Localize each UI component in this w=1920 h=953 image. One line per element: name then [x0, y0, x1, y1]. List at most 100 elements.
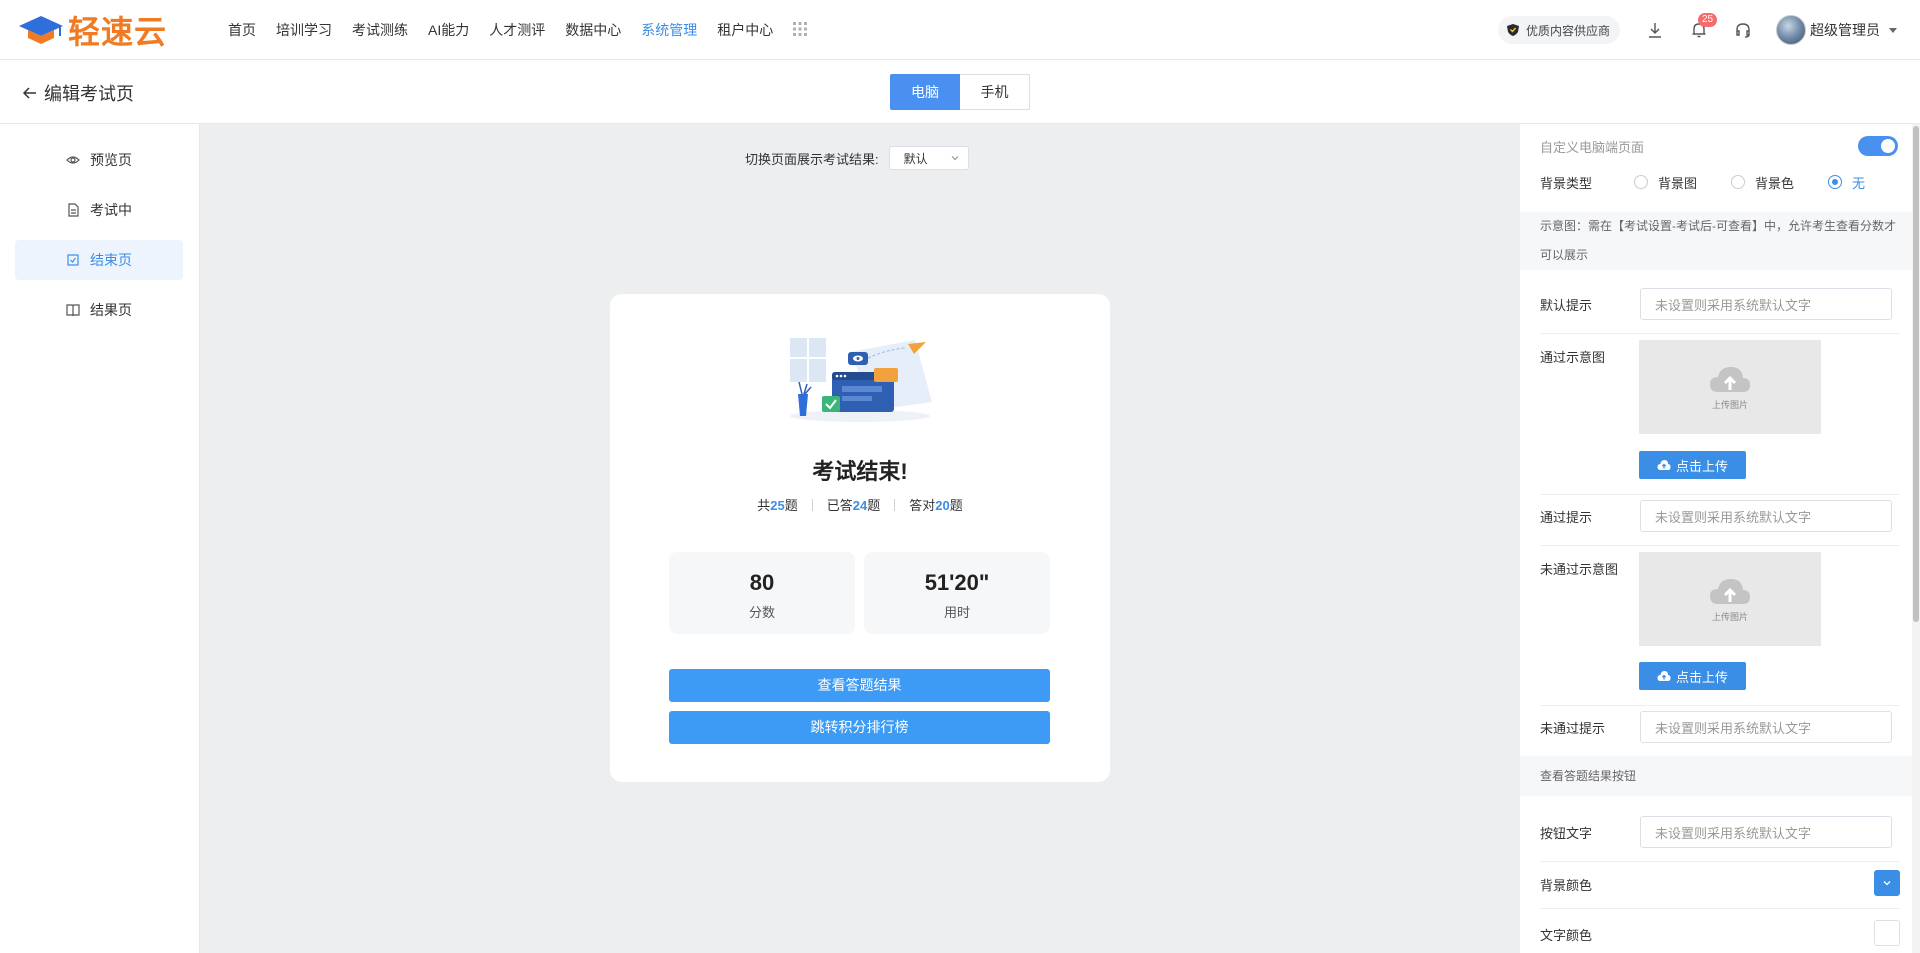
notification-count-badge: 25: [1698, 13, 1718, 27]
score-label: 分数: [748, 605, 775, 620]
exam-end-title: 考试结束!: [812, 459, 908, 484]
bg-color-picker[interactable]: [1874, 870, 1900, 896]
nav-item-ai[interactable]: AI能力: [428, 20, 469, 40]
book-icon: [66, 304, 80, 317]
sidebar-item-in-exam[interactable]: 考试中: [15, 190, 183, 230]
checkbox-icon: [67, 254, 79, 266]
text-color-label: 文字颜色: [1540, 927, 1593, 943]
sidebar-item-label: 结束页: [90, 252, 132, 268]
bell-icon[interactable]: 25: [1688, 13, 1718, 41]
sidebar-item-label: 预览页: [90, 152, 132, 168]
nav-item-data[interactable]: 数据中心: [565, 20, 621, 40]
user-name: 超级管理员: [1810, 22, 1880, 38]
download-icon[interactable]: [1644, 19, 1666, 41]
time-box: 51'20" 用时: [864, 552, 1050, 634]
stat-answered: 已答24题: [826, 498, 881, 513]
tab-mobile[interactable]: 手机: [960, 74, 1030, 110]
cloud-upload-icon: [1657, 671, 1671, 681]
fail-image-label: 未通过示意图: [1540, 561, 1619, 577]
page-title: 编辑考试页: [44, 84, 134, 104]
nav-item-training[interactable]: 培训学习: [276, 20, 332, 40]
main-nav: 首页 培训学习 考试测练 AI能力 人才测评 数据中心 系统管理 租户中心: [228, 20, 809, 40]
fail-image-upload-box[interactable]: 上传图片: [1639, 552, 1821, 646]
chevron-down-icon: [951, 156, 959, 161]
sidebar-item-label: 结果页: [90, 302, 132, 318]
result-display-select[interactable]: 默认: [888, 146, 969, 170]
pass-tip-input[interactable]: 未设置则采用系统默认文字: [1640, 500, 1892, 532]
supplier-badge[interactable]: 优质内容供应商: [1497, 16, 1620, 44]
logo[interactable]: 轻速云: [18, 8, 208, 52]
stat-total: 共25题: [757, 498, 798, 513]
default-tip-input[interactable]: 未设置则采用系统默认文字: [1640, 288, 1892, 320]
panel-scroll-thumb[interactable]: [1913, 126, 1919, 622]
radio-bg-image[interactable]: 背景图: [1634, 173, 1697, 192]
result-switch-label: 切换页面展示考试结果:: [745, 151, 879, 167]
cloud-upload-icon: [1710, 578, 1750, 604]
back-button[interactable]: 编辑考试页: [22, 80, 134, 106]
fail-tip-input[interactable]: 未设置则采用系统默认文字: [1640, 711, 1892, 743]
stat-correct: 答对20题: [909, 498, 963, 513]
divider: [1540, 494, 1900, 495]
view-results-button[interactable]: 查看答题结果: [669, 669, 1050, 702]
custom-pc-toggle[interactable]: [1858, 136, 1898, 156]
bg-color-row: 背景颜色: [1540, 874, 1900, 894]
fail-upload-button[interactable]: 点击上传: [1639, 662, 1746, 690]
btn-text-row: 按钮文字 未设置则采用系统默认文字: [1540, 816, 1900, 848]
exam-finished-illustration: [790, 338, 932, 422]
nav-item-system[interactable]: 系统管理: [641, 20, 697, 40]
document-icon: [68, 203, 79, 217]
arrow-left-icon: [22, 87, 36, 99]
caret-down-icon: [1889, 28, 1897, 33]
fail-tip-row: 未通过提示 未设置则采用系统默认文字: [1540, 711, 1900, 743]
panel-scrollbar[interactable]: [1912, 124, 1920, 953]
pass-upload-button[interactable]: 点击上传: [1639, 451, 1746, 479]
btn-text-input[interactable]: 未设置则采用系统默认文字: [1640, 816, 1892, 848]
radio-bg-none[interactable]: 无: [1828, 173, 1865, 192]
text-color-row: 文字颜色: [1540, 924, 1900, 944]
bg-type-row: 背景类型 背景图 背景色 无: [1540, 172, 1900, 192]
nav-item-home[interactable]: 首页: [228, 20, 256, 40]
nav-item-tenant[interactable]: 租户中心: [717, 20, 773, 40]
apps-grid-icon[interactable]: [793, 21, 809, 38]
logo-text: 轻速云: [68, 13, 168, 50]
section-view-results-button: 查看答题结果按钮: [1520, 756, 1920, 796]
pass-image-upload-box[interactable]: 上传图片: [1639, 340, 1821, 434]
page-sidebar: 预览页 考试中 结束页 结果页: [0, 124, 200, 953]
tab-desktop[interactable]: 电脑: [890, 74, 960, 110]
user-menu[interactable]: 超级管理员: [1776, 15, 1898, 45]
sidebar-item-preview[interactable]: 预览页: [15, 140, 183, 180]
cloud-upload-icon: [1710, 366, 1750, 392]
bg-type-label: 背景类型: [1540, 175, 1593, 191]
sidebar-item-result-page[interactable]: 结果页: [15, 290, 183, 330]
time-label: 用时: [943, 605, 970, 620]
shield-check-icon: [1506, 24, 1519, 36]
leaderboard-button[interactable]: 跳转积分排行榜: [669, 711, 1050, 744]
avatar: [1776, 15, 1806, 45]
divider: [1540, 333, 1900, 334]
divider: [1540, 908, 1900, 909]
pass-tip-label: 通过提示: [1540, 509, 1593, 525]
default-tip-label: 默认提示: [1540, 297, 1593, 313]
divider: [1540, 705, 1900, 706]
exam-end-card: 考试结束! 共25题 已答24题 答对20题 80 分数 51'20" 用时 查…: [610, 294, 1110, 782]
device-switch: 电脑 手机: [890, 74, 1030, 110]
sidebar-item-end-page[interactable]: 结束页: [15, 240, 183, 280]
headset-icon[interactable]: [1732, 19, 1754, 41]
result-display-value: 默认: [903, 151, 928, 166]
nav-item-talent[interactable]: 人才测评: [489, 20, 545, 40]
default-tip-row: 默认提示 未设置则采用系统默认文字: [1540, 288, 1900, 320]
text-color-picker[interactable]: [1874, 920, 1900, 946]
eye-icon: [66, 156, 80, 164]
chevron-down-icon: [1883, 881, 1891, 886]
upload-image-text: 上传图片: [1711, 399, 1748, 410]
pass-tip-row: 通过提示 未设置则采用系统默认文字: [1540, 500, 1900, 532]
fail-tip-label: 未通过提示: [1540, 720, 1606, 736]
time-value: 51'20": [924, 570, 990, 595]
btn-text-label: 按钮文字: [1540, 825, 1593, 841]
score-value: 80: [749, 570, 775, 595]
upload-image-text: 上传图片: [1711, 611, 1748, 622]
nav-item-exams[interactable]: 考试测练: [352, 20, 408, 40]
pass-image-label: 通过示意图: [1540, 349, 1606, 365]
preview-canvas: 切换页面展示考试结果: 默认 考试结束! 共25题 已答24题 答对20题 80…: [200, 124, 1520, 953]
radio-bg-color[interactable]: 背景色: [1731, 173, 1794, 192]
